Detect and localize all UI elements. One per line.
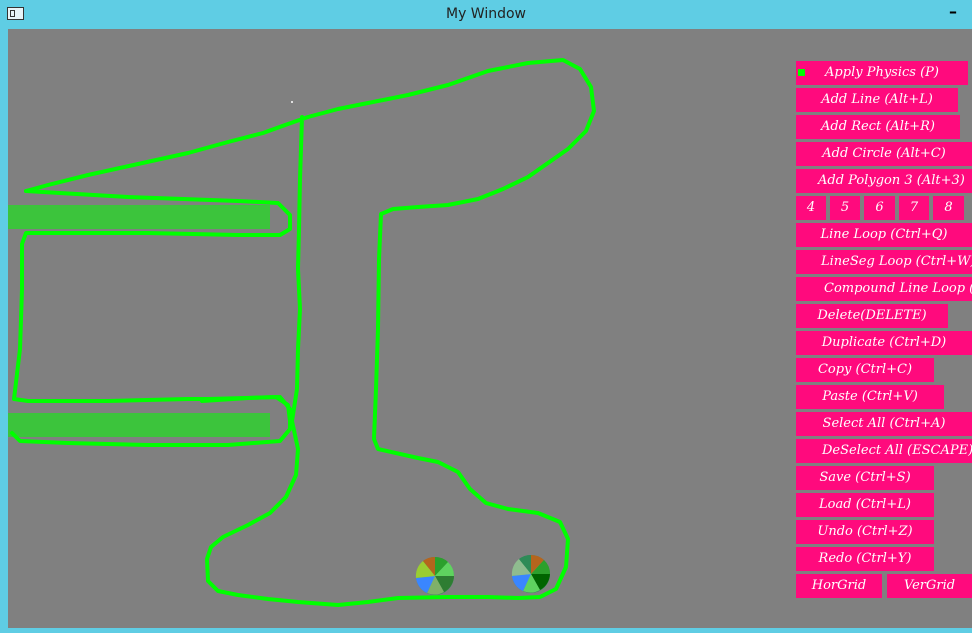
deselect-all-button[interactable]: DeSelect All (ESCAPE) — [796, 439, 972, 463]
wheel-left[interactable] — [415, 556, 455, 595]
add-polygon-button[interactable]: Add Polygon 3 (Alt+3) — [796, 169, 972, 193]
save-button[interactable]: Save (Ctrl+S) — [796, 466, 934, 490]
cursor-dot — [291, 101, 293, 103]
compound-line-loop-button[interactable]: Compound Line Loop ( — [796, 277, 972, 301]
copy-button[interactable]: Copy (Ctrl+C) — [796, 358, 934, 382]
minimize-button[interactable]: – — [949, 2, 957, 21]
line-loop-left-frame[interactable] — [10, 189, 292, 447]
apply-physics-label: Apply Physics (P) — [825, 65, 939, 80]
window-frame-bottom — [0, 628, 972, 633]
line-loop-upper[interactable] — [24, 58, 596, 607]
add-line-button[interactable]: Add Line (Alt+L) — [796, 88, 958, 112]
redo-button[interactable]: Redo (Ctrl+Y) — [796, 547, 934, 571]
polygon-sides-8-button[interactable]: 8 — [933, 196, 964, 220]
delete-button[interactable]: Delete(DELETE) — [796, 304, 948, 328]
undo-button[interactable]: Undo (Ctrl+Z) — [796, 520, 934, 544]
polygon-sides-7-button[interactable]: 7 — [899, 196, 929, 220]
polygon-sides-4-button[interactable]: 4 — [796, 196, 826, 220]
select-all-button[interactable]: Select All (Ctrl+A) — [796, 412, 972, 436]
load-button[interactable]: Load (Ctrl+L) — [796, 493, 934, 517]
add-rect-button[interactable]: Add Rect (Alt+R) — [796, 115, 960, 139]
ver-grid-button[interactable]: VerGrid — [887, 574, 972, 598]
green-rect-bottom[interactable] — [8, 413, 270, 437]
duplicate-button[interactable]: Duplicate (Ctrl+D) — [796, 331, 972, 355]
wheel-right[interactable] — [511, 554, 551, 593]
polygon-sides-5-button[interactable]: 5 — [830, 196, 860, 220]
paste-button[interactable]: Paste (Ctrl+V) — [796, 385, 944, 409]
polygon-sides-6-button[interactable]: 6 — [864, 196, 895, 220]
add-circle-button[interactable]: Add Circle (Alt+C) — [796, 142, 972, 166]
apply-physics-button[interactable]: Apply Physics (P) — [796, 61, 968, 85]
window-frame-left — [0, 29, 8, 633]
line-loop-button[interactable]: Line Loop (Ctrl+Q) — [796, 223, 972, 247]
hor-grid-button[interactable]: HorGrid — [796, 574, 882, 598]
title-bar[interactable]: My Window – — [0, 0, 972, 29]
green-rect-top[interactable] — [8, 205, 270, 229]
window-title: My Window — [445, 6, 526, 22]
lineseg-loop-button[interactable]: LineSeg Loop (Ctrl+W) — [796, 250, 972, 274]
apply-physics-checkbox[interactable] — [798, 69, 805, 76]
